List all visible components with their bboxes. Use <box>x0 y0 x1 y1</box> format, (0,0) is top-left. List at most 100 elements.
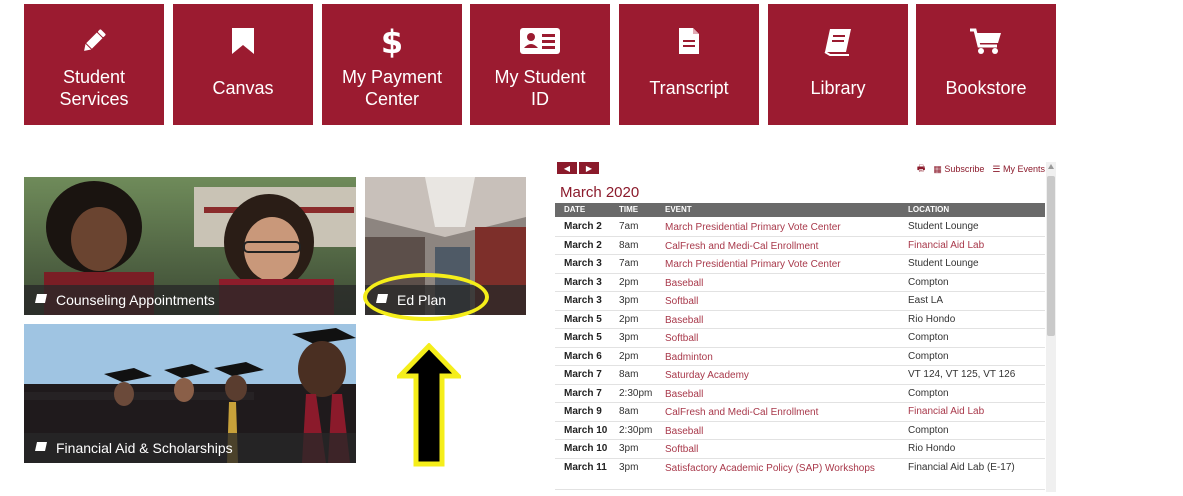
calendar-header: DATE TIME EVENT LOCATION <box>555 203 1045 217</box>
event-time: 2pm <box>619 313 639 325</box>
table-row: March 5 2pm Baseball Rio Hondo <box>555 311 1045 329</box>
event-date: March 5 <box>564 332 602 343</box>
event-time: 3pm <box>619 443 639 454</box>
card-financial-aid-scholarships[interactable]: Financial Aid & Scholarships <box>24 324 356 463</box>
event-time: 8am <box>619 369 639 380</box>
book-icon <box>34 440 48 456</box>
cart-icon <box>969 24 1003 58</box>
calendar-month-title: March 2020 <box>560 184 640 201</box>
tile-label: Student Services <box>59 66 129 109</box>
event-link[interactable]: Baseball <box>665 277 890 290</box>
event-link[interactable]: March Presidential Primary Vote Center <box>665 221 890 234</box>
calendar-nav: ◀ ▶ <box>557 162 599 174</box>
prev-month-button[interactable]: ◀ <box>557 162 577 174</box>
event-time: 2:30pm <box>619 424 653 436</box>
event-link[interactable]: Satisfactory Academic Policy (SAP) Works… <box>665 462 890 475</box>
event-location: East LA <box>908 295 944 306</box>
subscribe-link[interactable]: ▦ Subscribe <box>933 164 984 175</box>
my-events-link[interactable]: ☰ My Events <box>992 164 1045 175</box>
tile-my-payment-center[interactable]: $ My Payment Center <box>322 4 462 125</box>
event-time: 3pm <box>619 461 639 473</box>
event-link[interactable]: Badminton <box>665 351 890 364</box>
event-link[interactable]: Baseball <box>665 314 890 327</box>
table-row: March 3 2pm Baseball Compton <box>555 274 1045 292</box>
card-caption-label: Counseling Appointments <box>56 292 215 308</box>
calendar-rows: March 2 7am March Presidential Primary V… <box>555 218 1045 490</box>
table-row: March 7 2:30pm Baseball Compton <box>555 385 1045 403</box>
event-location: Compton <box>908 332 949 343</box>
event-link[interactable]: CalFresh and Medi-Cal Enrollment <box>665 406 890 419</box>
table-row: March 9 8am CalFresh and Medi-Cal Enroll… <box>555 403 1045 422</box>
table-row: March 2 8am CalFresh and Medi-Cal Enroll… <box>555 237 1045 255</box>
svg-text:$: $ <box>381 24 403 58</box>
event-location: Student Lounge <box>908 258 979 269</box>
tile-library[interactable]: Library <box>768 4 908 125</box>
event-date: March 7 <box>564 387 602 399</box>
event-location-link[interactable]: Financial Aid Lab <box>908 240 984 251</box>
event-time: 2:30pm <box>619 387 653 399</box>
next-month-button[interactable]: ▶ <box>579 162 599 174</box>
tile-label: My Student ID <box>494 66 586 109</box>
event-time: 3pm <box>619 332 639 343</box>
bookmark-icon <box>230 24 256 58</box>
calendar-scrollbar[interactable] <box>1046 162 1056 492</box>
scrollbar-thumb[interactable] <box>1047 176 1055 336</box>
print-icon[interactable]: 🖶 <box>917 161 926 177</box>
event-location: Compton <box>908 424 949 436</box>
event-date: March 3 <box>564 276 602 288</box>
id-card-icon <box>519 24 561 58</box>
event-link[interactable]: March Presidential Primary Vote Center <box>665 258 890 271</box>
event-date: March 2 <box>564 221 602 232</box>
tile-label: Bookstore <box>945 77 1027 98</box>
event-location: Student Lounge <box>908 221 979 232</box>
event-date: March 6 <box>564 350 602 362</box>
event-date: March 10 <box>564 424 608 436</box>
event-link[interactable]: Softball <box>665 295 890 308</box>
event-time: 3pm <box>619 295 639 306</box>
tile-my-student-id[interactable]: My Student ID <box>470 4 610 125</box>
calendar-links: 🖶 ▦ Subscribe ☰ My Events <box>917 161 1045 177</box>
event-date: March 3 <box>564 295 602 306</box>
highlight-ellipse <box>363 273 489 321</box>
event-location-link[interactable]: Financial Aid Lab <box>908 406 984 417</box>
event-link[interactable]: Baseball <box>665 388 890 401</box>
card-counseling-appointments[interactable]: Counseling Appointments <box>24 177 356 315</box>
table-row: March 7 8am Saturday Academy VT 124, VT … <box>555 366 1045 385</box>
tile-student-services[interactable]: Student Services <box>24 4 164 125</box>
event-location: Compton <box>908 276 949 288</box>
tile-bookstore[interactable]: Bookstore <box>916 4 1056 125</box>
events-calendar: ◀ ▶ 🖶 ▦ Subscribe ☰ My Events March 2020… <box>555 160 1057 496</box>
header-location: LOCATION <box>908 205 950 214</box>
tile-label: Canvas <box>212 77 274 98</box>
event-time: 8am <box>619 406 639 417</box>
tile-canvas[interactable]: Canvas <box>173 4 313 125</box>
event-link[interactable]: Saturday Academy <box>665 369 890 382</box>
event-location: VT 124, VT 125, VT 126 <box>908 369 1016 380</box>
table-row: March 3 7am March Presidential Primary V… <box>555 255 1045 274</box>
table-row: March 3 3pm Softball East LA <box>555 292 1045 311</box>
tile-label: Transcript <box>649 77 729 98</box>
event-link[interactable]: CalFresh and Medi-Cal Enrollment <box>665 240 890 253</box>
header-time: TIME <box>619 205 639 214</box>
pencil-icon <box>79 24 109 58</box>
header-date: DATE <box>564 205 586 214</box>
table-row: March 6 2pm Badminton Compton <box>555 348 1045 366</box>
header-event: EVENT <box>665 205 692 214</box>
dollar-icon: $ <box>380 24 404 58</box>
event-date: March 10 <box>564 443 608 454</box>
event-date: March 9 <box>564 406 602 417</box>
event-link[interactable]: Softball <box>665 443 890 456</box>
event-location: Financial Aid Lab (E-17) <box>908 461 1015 473</box>
event-date: March 2 <box>564 239 602 251</box>
event-link[interactable]: Baseball <box>665 425 890 438</box>
tile-label: Library <box>810 77 866 98</box>
event-link[interactable]: Softball <box>665 332 890 345</box>
event-time: 7am <box>619 258 639 269</box>
event-time: 8am <box>619 239 639 251</box>
event-date: March 11 <box>564 461 607 473</box>
scroll-up-icon[interactable] <box>1048 164 1054 169</box>
tile-transcript[interactable]: Transcript <box>619 4 759 125</box>
document-icon <box>677 24 701 58</box>
table-row: March 11 3pm Satisfactory Academic Polic… <box>555 459 1045 490</box>
card-caption: Counseling Appointments <box>24 285 356 315</box>
